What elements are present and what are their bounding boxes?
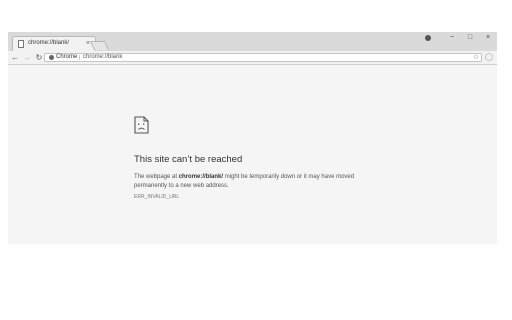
maximize-icon[interactable]: □	[461, 32, 479, 44]
minimize-icon[interactable]: −	[443, 32, 461, 44]
close-window-icon[interactable]: ×	[479, 32, 497, 44]
tab-active[interactable]: chrome://blank/ ×	[12, 36, 96, 51]
tab-title: chrome://blank/	[28, 40, 70, 46]
error-desc-url: chrome://blank/	[178, 174, 224, 180]
error-desc-prefix: The webpage at	[134, 174, 179, 180]
browser-window: chrome://blank/ × − □ × ← → ↻ Chrome chr…	[8, 32, 497, 244]
error-code: ERR_INVALID_URL	[134, 194, 180, 200]
error-title: This site can’t be reached	[134, 154, 243, 165]
extension-icon[interactable]	[485, 53, 493, 61]
profile-icon[interactable]	[425, 35, 431, 41]
address-bar[interactable]: Chrome chrome://blank ☆	[44, 53, 482, 62]
new-tab-button[interactable]	[89, 41, 110, 50]
page-icon	[18, 40, 24, 48]
url-text[interactable]: chrome://blank	[83, 54, 122, 61]
security-chip-label: Chrome	[56, 54, 78, 60]
window-controls: − □ ×	[425, 32, 497, 44]
bookmark-star-icon[interactable]: ☆	[473, 53, 479, 62]
toolbar: ← → ↻ Chrome chrome://blank ☆	[8, 51, 497, 65]
back-arrow-icon[interactable]: ←	[10, 51, 20, 64]
reload-icon[interactable]: ↻	[34, 51, 44, 64]
tab-strip: chrome://blank/ × − □ ×	[8, 32, 497, 51]
forward-arrow-icon[interactable]: →	[22, 51, 32, 64]
error-description: The webpage at chrome://blank/ might be …	[134, 173, 366, 191]
omnibox-divider	[79, 55, 80, 60]
sad-page-icon	[134, 116, 149, 134]
chrome-info-icon[interactable]	[49, 55, 54, 60]
